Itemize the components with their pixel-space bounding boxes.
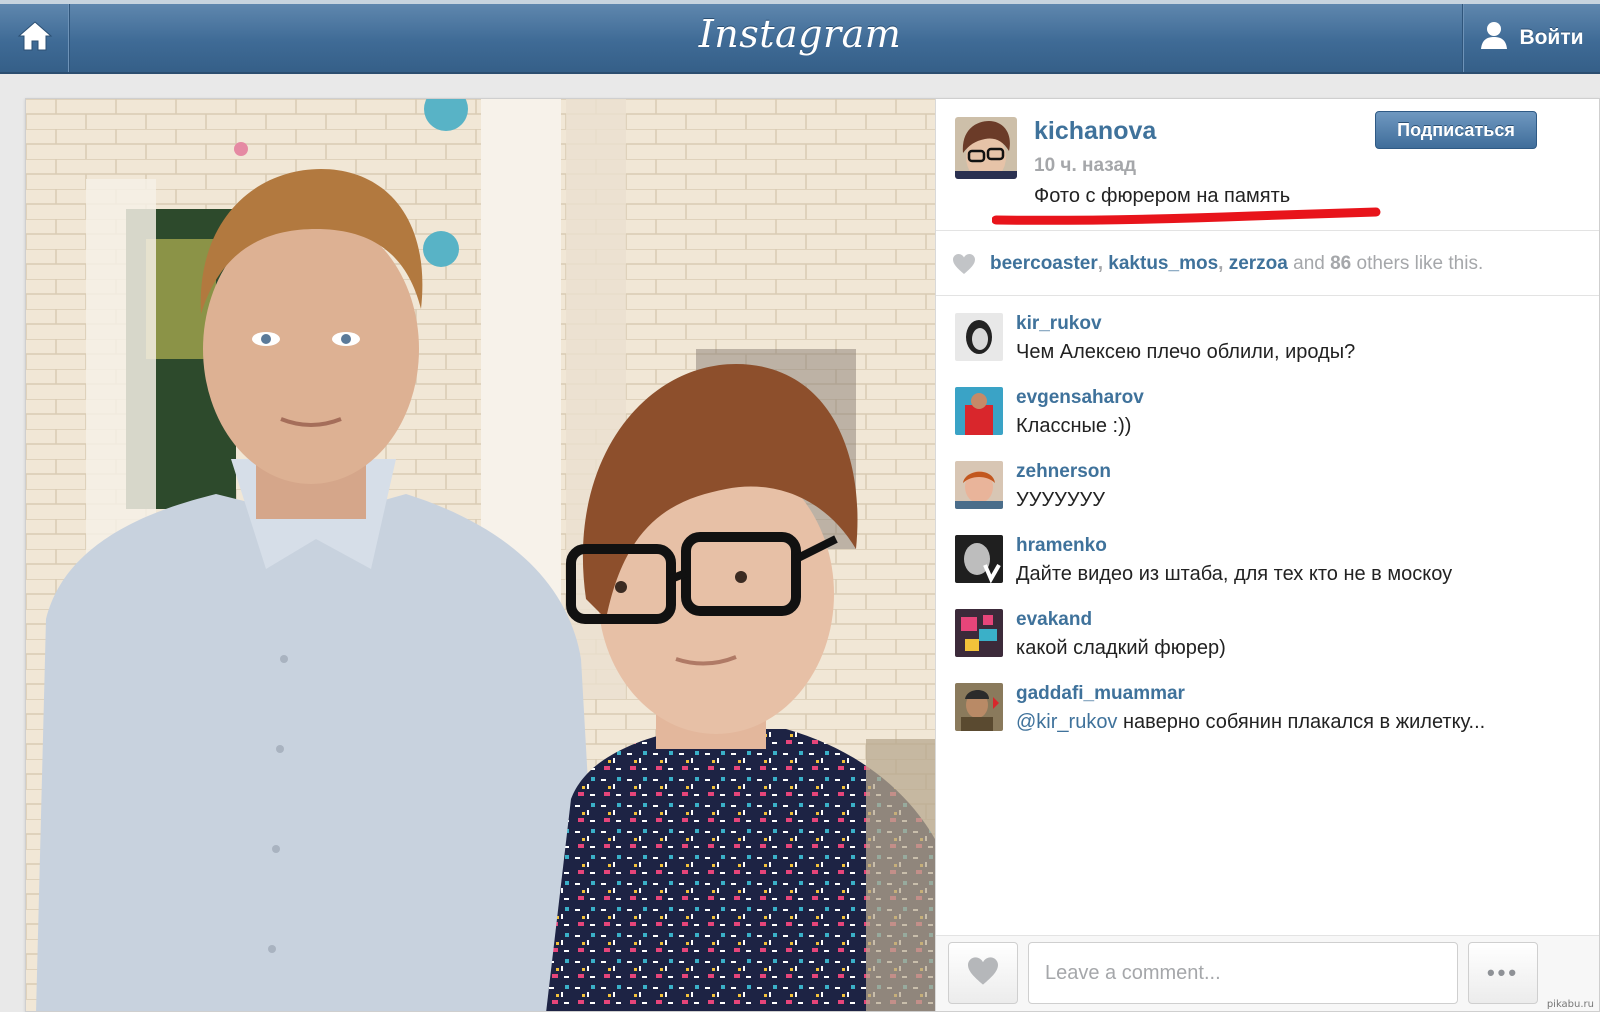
comment-text: Чем Алексею плечо облили, ироды?: [1016, 341, 1356, 363]
comments-list: kir_rukov Чем Алексею плечо облили, ирод…: [936, 299, 1599, 743]
comment-text-body: наверно собянин плакался в жилетку...: [1123, 711, 1486, 733]
comment-mention[interactable]: @kir_rukov: [1016, 711, 1117, 733]
commenter-avatar[interactable]: [955, 609, 1003, 657]
user-icon: [1479, 20, 1509, 56]
like-user-link[interactable]: zerzoa: [1229, 253, 1288, 275]
login-label: Войти: [1519, 26, 1584, 49]
heart-icon: [966, 956, 1000, 991]
red-marker-underline: [992, 207, 1381, 225]
watermark: pikabu.ru: [1546, 999, 1594, 1010]
comment-text: Дайте видео из штаба, для тех кто не в м…: [1016, 563, 1453, 585]
comment-bar: •••: [936, 935, 1599, 1011]
commenter-avatar[interactable]: [955, 313, 1003, 361]
comment-item: gaddafi_muammar @kir_rukov наверно собян…: [936, 669, 1599, 743]
comment-text: @kir_rukov наверно собянин плакался в жи…: [1016, 711, 1485, 734]
commenter-avatar[interactable]: [955, 387, 1003, 435]
comment-username[interactable]: gaddafi_muammar: [1016, 683, 1185, 705]
post-timestamp: 10 ч. назад: [1034, 155, 1137, 176]
login-button[interactable]: Войти: [1462, 4, 1600, 72]
post-card: kichanova 10 ч. назад Фото с фюрером на …: [25, 98, 1600, 1012]
follow-button[interactable]: Подписаться: [1375, 111, 1537, 149]
comment-item: evakand какой сладкий фюрер): [936, 595, 1599, 669]
comment-username[interactable]: zehnerson: [1016, 461, 1111, 483]
comment-text: какой сладкий фюрер): [1016, 637, 1226, 659]
like-separator: ,: [1097, 252, 1109, 274]
comment-item: hramenko Дайте видео из штаба, для тех к…: [936, 521, 1599, 595]
more-options-button[interactable]: •••: [1468, 942, 1538, 1004]
likes-suffix: others like this.: [1351, 252, 1484, 275]
owner-username[interactable]: kichanova: [1034, 117, 1156, 146]
comment-username[interactable]: evakand: [1016, 609, 1092, 631]
comment-item: zehnerson УУУУУУУ: [936, 447, 1599, 521]
like-user-link[interactable]: beercoaster: [990, 253, 1098, 275]
comment-item: kir_rukov Чем Алексею плечо облили, ирод…: [936, 299, 1599, 373]
heart-icon: [952, 253, 976, 275]
likes-suffix-text: others like this.: [1356, 252, 1484, 274]
likes-summary: beercoaster, kaktus_mos, zerzoa and 86 o…: [936, 232, 1599, 296]
comment-input[interactable]: [1028, 942, 1458, 1004]
like-separator: ,: [1218, 252, 1229, 274]
owner-avatar[interactable]: [955, 117, 1017, 179]
commenter-avatar[interactable]: [955, 461, 1003, 509]
comment-username[interactable]: kir_rukov: [1016, 313, 1102, 335]
likes-count[interactable]: 86: [1330, 253, 1351, 275]
comment-item: evgensaharov Классные :)): [936, 373, 1599, 447]
post-photo[interactable]: [26, 99, 935, 1011]
comment-text: Классные :)): [1016, 415, 1132, 437]
commenter-avatar[interactable]: [955, 683, 1003, 731]
top-navigation-bar: Instagram Войти: [0, 0, 1600, 74]
likes-and-word: and: [1293, 252, 1325, 274]
comment-username[interactable]: hramenko: [1016, 535, 1107, 557]
like-user-link[interactable]: kaktus_mos: [1108, 253, 1218, 275]
post-sidebar: kichanova 10 ч. назад Фото с фюрером на …: [935, 99, 1599, 1011]
likes-and-text: and: [1288, 253, 1330, 275]
comment-username[interactable]: evgensaharov: [1016, 387, 1144, 409]
photo-illustration: [26, 99, 935, 1011]
commenter-avatar[interactable]: [955, 535, 1003, 583]
instagram-logo[interactable]: Instagram: [0, 12, 1600, 56]
comment-text: УУУУУУУ: [1016, 489, 1105, 511]
like-button[interactable]: [948, 942, 1018, 1004]
post-owner-header: kichanova 10 ч. назад Фото с фюрером на …: [936, 99, 1599, 231]
post-caption: Фото с фюрером на память: [1034, 185, 1291, 207]
